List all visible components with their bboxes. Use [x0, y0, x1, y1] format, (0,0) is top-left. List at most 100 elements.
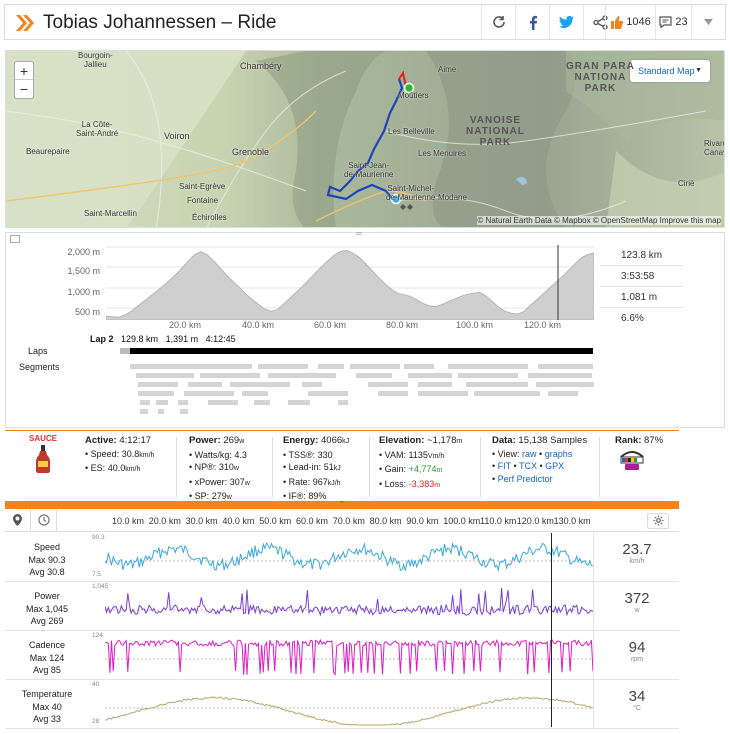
segment-bar[interactable] [536, 382, 594, 387]
stream-chart[interactable] [105, 682, 593, 727]
stream-chart[interactable] [105, 633, 593, 678]
twitter-share-button[interactable] [549, 5, 583, 39]
sp-value: 279 [211, 491, 227, 502]
segment-bar[interactable] [318, 364, 344, 369]
segment-bar[interactable] [404, 364, 434, 369]
segment-bar[interactable] [136, 373, 194, 378]
segment-bar[interactable] [242, 391, 268, 396]
map-label-voiron: Voiron [164, 131, 190, 141]
view-graphs-link[interactable]: graphs [545, 449, 573, 459]
collapse-map-icon[interactable] [10, 235, 20, 243]
segment-bar[interactable] [208, 400, 238, 405]
lap-distance: 129.8 km [121, 334, 159, 344]
stream-temperature: Temperature Max 40 Avg 33 40 28 34 °C [5, 680, 679, 729]
segment-bar[interactable] [538, 364, 593, 369]
selected-lap-info: Lap 2 129.8 km 1,391 m 4:12:45 [90, 334, 236, 344]
export-fit-link[interactable]: FIT [498, 461, 511, 471]
route-map[interactable]: + − Standard Map ▼ Bourgoin- Jallieu Cha… [5, 50, 725, 228]
segment-bar[interactable] [350, 364, 400, 369]
segment-bar[interactable] [158, 409, 164, 414]
segment-bar[interactable] [268, 373, 308, 378]
graph-cursor-line[interactable] [551, 533, 552, 727]
segment-bar[interactable] [188, 382, 222, 387]
segment-bar[interactable] [140, 409, 148, 414]
vam-unit: Vm/h [427, 452, 445, 460]
elevation-profile-chart[interactable] [106, 245, 594, 320]
comments-button[interactable]: 23 [655, 5, 691, 39]
segment-bar[interactable] [356, 373, 392, 378]
segment-bar[interactable] [254, 400, 270, 405]
segments-track[interactable] [118, 362, 594, 418]
segment-bar[interactable] [466, 382, 528, 387]
segment-bar[interactable] [178, 400, 188, 405]
segment-bar[interactable] [408, 373, 452, 378]
elev-ytick: 1,500 m [67, 266, 100, 276]
graph-xtick: 100.0 km [443, 516, 481, 526]
segment-bar[interactable] [180, 409, 188, 414]
gain-label: Gain: [384, 464, 407, 475]
segment-bar[interactable] [258, 364, 308, 369]
tss-value: 330 [317, 449, 333, 460]
kudos-button[interactable]: 1046 [605, 5, 655, 39]
map-label-saintjean: Saint-Jean- de-Maurienne [344, 161, 394, 179]
stream-current-value: 94 rpm [595, 639, 679, 663]
map-attribution[interactable]: © Natural Earth Data © Mapbox © OpenStre… [477, 216, 721, 225]
segment-bar[interactable] [338, 400, 348, 405]
stats-divider-handle[interactable]: ⌃ [5, 501, 679, 509]
active-label: Active: [85, 435, 117, 446]
stat-time: 3:53:58 [599, 266, 683, 287]
segment-bar[interactable] [378, 391, 408, 396]
segment-bar[interactable] [230, 382, 290, 387]
graph-settings-button[interactable] [647, 513, 669, 529]
segment-bar[interactable] [302, 382, 322, 387]
segment-bar[interactable] [474, 391, 540, 396]
segment-bar[interactable] [130, 364, 198, 369]
segment-bar[interactable] [368, 382, 408, 387]
twitter-icon [559, 15, 574, 28]
resize-handle-icon[interactable]: ═ [356, 229, 362, 238]
facebook-share-button[interactable] [515, 5, 549, 39]
segment-bar[interactable] [458, 373, 518, 378]
segment-bar[interactable] [138, 391, 174, 396]
segment-bar[interactable] [308, 373, 336, 378]
segment-bar[interactable] [418, 382, 452, 387]
stats-energy-col: Energy: 4066kJ • TSS®: 330 • Lead-in: 51… [283, 435, 350, 502]
es-value: 40.0 [107, 463, 126, 474]
more-menu-button[interactable] [691, 5, 725, 39]
map-label-chambery: Chambéry [240, 61, 282, 71]
data-label: Data: [492, 435, 516, 446]
zoom-out-button[interactable]: − [15, 80, 33, 98]
segment-bar[interactable] [184, 391, 234, 396]
export-tcx-link[interactable]: TCX [519, 461, 537, 471]
segment-bar[interactable] [288, 400, 310, 405]
segment-bar[interactable] [140, 400, 150, 405]
uci-pro-badge-icon[interactable] [619, 449, 645, 474]
view-raw-link[interactable]: raw [522, 449, 537, 459]
segment-bar[interactable] [548, 391, 578, 396]
segment-bar[interactable] [138, 382, 178, 387]
stream-max: Max 90.3 [28, 555, 66, 565]
lap-elevation: 1,391 m [165, 334, 199, 344]
segment-bar[interactable] [200, 373, 260, 378]
facebook-icon [529, 15, 537, 30]
graph-xtick: 70.0 km [332, 516, 365, 526]
lap-2-bar[interactable] [130, 348, 593, 354]
map-style-select[interactable]: Standard Map ▼ [630, 60, 710, 82]
perf-predictor-link[interactable]: Perf Predictor [498, 474, 553, 484]
export-gpx-link[interactable]: GPX [545, 461, 564, 471]
stream-chart[interactable] [105, 584, 593, 629]
energy-unit: kJ [342, 438, 350, 445]
zoom-in-button[interactable]: + [15, 62, 33, 80]
stream-name: Power [34, 591, 60, 601]
stream-chart[interactable] [105, 535, 593, 580]
segment-bar[interactable] [448, 364, 528, 369]
elev-ytick: 1,000 m [67, 287, 100, 297]
segment-bar[interactable] [156, 400, 168, 405]
rate-unit: kJ/h [327, 479, 341, 487]
segment-bar[interactable] [308, 391, 348, 396]
segment-bar[interactable] [192, 364, 252, 369]
stream-axis-max: 40 [92, 681, 100, 688]
refresh-button[interactable] [481, 5, 515, 39]
segment-bar[interactable] [528, 373, 592, 378]
segment-bar[interactable] [418, 391, 468, 396]
